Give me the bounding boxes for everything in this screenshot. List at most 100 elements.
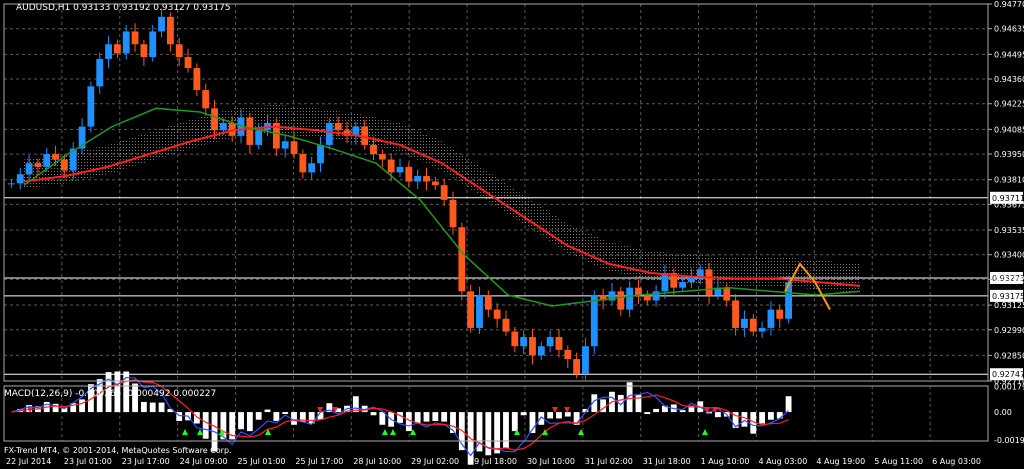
candle-body bbox=[8, 183, 15, 185]
candle-body bbox=[449, 199, 457, 228]
time-tick-label: 22 Jul 2014 bbox=[6, 457, 51, 466]
price-chart[interactable]: 0.937110.932730.931750.92747 0.0017970.0… bbox=[0, 0, 1024, 469]
candle-body bbox=[255, 130, 263, 145]
candle-body bbox=[732, 300, 740, 328]
candle-body bbox=[679, 282, 687, 288]
candle-body bbox=[105, 44, 112, 59]
candle-body bbox=[537, 346, 545, 356]
candle-body bbox=[546, 337, 554, 347]
candle-body bbox=[555, 337, 563, 350]
candle-body bbox=[158, 16, 165, 32]
candle-body bbox=[582, 346, 589, 374]
candle-body bbox=[511, 331, 519, 347]
time-tick-label: 28 Jul 10:00 bbox=[353, 457, 401, 466]
candle-body bbox=[767, 309, 775, 328]
price-tick-label: 0.94635 bbox=[994, 25, 1024, 34]
candle-body bbox=[723, 287, 731, 301]
candle-body bbox=[405, 166, 413, 182]
time-tick-label: 4 Aug 03:00 bbox=[758, 457, 807, 466]
price-marker-label: 0.93175 bbox=[992, 292, 1024, 301]
candle-body bbox=[34, 163, 42, 167]
candle-body bbox=[440, 185, 448, 200]
candle-body bbox=[184, 57, 192, 69]
candle-body bbox=[113, 44, 121, 54]
candle-body bbox=[290, 141, 298, 155]
candle-body bbox=[87, 86, 95, 127]
candle-body bbox=[573, 359, 581, 374]
macd-tick-label: -0.001962 bbox=[994, 436, 1024, 445]
candle-body bbox=[211, 108, 218, 131]
candle-body bbox=[149, 31, 157, 58]
candle-body bbox=[414, 176, 422, 182]
candle-body bbox=[317, 144, 324, 164]
time-tick-label: 5 Aug 11:00 bbox=[874, 457, 923, 466]
candle-body bbox=[378, 154, 386, 160]
time-tick-label: 25 Jul 01:00 bbox=[238, 457, 286, 466]
candle-body bbox=[423, 176, 430, 182]
price-tick-label: 0.93950 bbox=[994, 150, 1024, 159]
candle-body bbox=[281, 141, 289, 149]
candle-body bbox=[758, 327, 766, 332]
time-tick-label: 31 Jul 18:00 bbox=[643, 457, 691, 466]
time-tick-label: 31 Jul 02:00 bbox=[585, 457, 633, 466]
candle-body bbox=[131, 31, 139, 45]
candle-body bbox=[749, 318, 757, 332]
candle-body bbox=[43, 154, 51, 167]
candle-body bbox=[705, 269, 713, 295]
candle-body bbox=[52, 154, 59, 160]
time-tick-label: 24 Jul 09:00 bbox=[180, 457, 228, 466]
price-tick-label: 0.94225 bbox=[994, 100, 1024, 109]
candle-body bbox=[370, 144, 377, 155]
candle-body bbox=[219, 122, 227, 131]
price-tick-label: 0.94085 bbox=[994, 125, 1024, 134]
symbol-header: AUDUSD,H1 0.93133 0.93192 0.93127 0.9317… bbox=[16, 3, 231, 13]
candle-body bbox=[776, 309, 784, 319]
candle-body bbox=[334, 122, 342, 131]
time-tick-label: 29 Jul 18:00 bbox=[469, 457, 517, 466]
candle-body bbox=[484, 294, 492, 310]
price-tick-label: 0.93400 bbox=[994, 251, 1024, 260]
macd-header: MACD(12,26,9) -0.000265 -0.000492 0.0002… bbox=[4, 389, 216, 399]
candle-body bbox=[467, 291, 475, 328]
macd-tick-label: 0.00 bbox=[994, 408, 1012, 417]
time-tick-label: 23 Jul 01:00 bbox=[64, 457, 112, 466]
time-tick-label: 23 Jul 17:00 bbox=[122, 457, 170, 466]
price-tick-label: 0.93810 bbox=[994, 176, 1024, 185]
candle-body bbox=[493, 309, 501, 319]
time-tick-label: 30 Jul 10:00 bbox=[527, 457, 575, 466]
price-tick-label: 0.93535 bbox=[994, 226, 1024, 235]
price-tick-label: 0.92710 bbox=[994, 377, 1024, 386]
candle-body bbox=[96, 58, 104, 87]
candle-body bbox=[308, 163, 316, 173]
candle-body bbox=[476, 294, 483, 328]
candle-body bbox=[16, 174, 24, 184]
candle-body bbox=[193, 68, 201, 91]
time-tick-label: 1 Aug 10:00 bbox=[701, 457, 750, 466]
candle-body bbox=[590, 294, 598, 347]
candle-body bbox=[60, 159, 68, 171]
candle-body bbox=[325, 122, 333, 145]
candle-body bbox=[617, 291, 625, 310]
copyright-text: FX-Trend MT4, © 2001-2014, MetaQuotes So… bbox=[4, 446, 232, 455]
time-tick-label: 29 Jul 02:00 bbox=[411, 457, 459, 466]
candle-body bbox=[661, 273, 669, 292]
candle-body bbox=[643, 294, 651, 301]
time-tick-label: 6 Aug 03:00 bbox=[932, 457, 981, 466]
candle-body bbox=[166, 16, 174, 45]
candle-body bbox=[25, 163, 33, 175]
candle-body bbox=[299, 154, 307, 173]
candle-body bbox=[564, 349, 572, 360]
price-tick-label: 0.93265 bbox=[994, 275, 1024, 284]
candle-body bbox=[458, 227, 466, 292]
candle-body bbox=[175, 44, 183, 58]
candle-body bbox=[246, 117, 254, 145]
candle-body bbox=[202, 90, 210, 109]
price-tick-label: 0.93675 bbox=[994, 200, 1024, 209]
candle-body bbox=[502, 318, 510, 332]
candle-body bbox=[431, 181, 439, 186]
candle-body bbox=[387, 159, 395, 173]
candle-body bbox=[520, 337, 528, 347]
candle-body bbox=[396, 166, 404, 173]
price-tick-label: 0.94770 bbox=[994, 0, 1024, 9]
price-tick-label: 0.92850 bbox=[994, 351, 1024, 360]
